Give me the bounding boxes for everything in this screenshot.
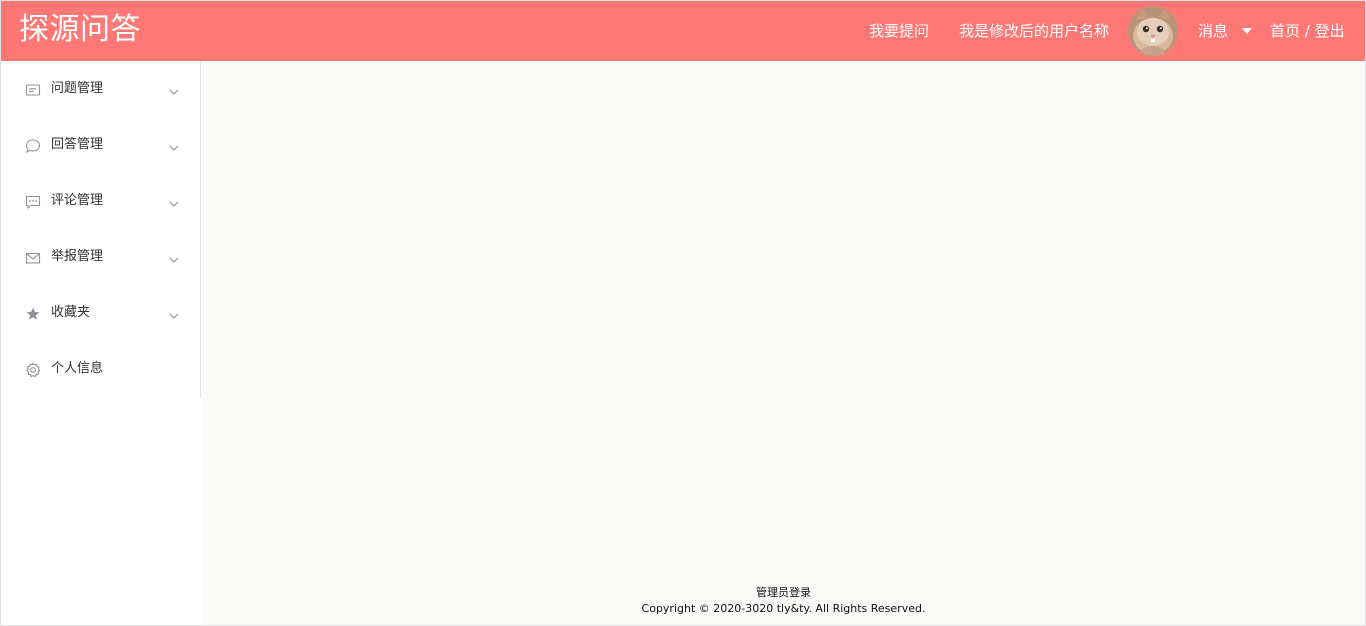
sidebar-empty-area xyxy=(1,398,201,625)
envelope-icon xyxy=(25,250,41,266)
sidebar-menu: 问题管理 回答管理 评论管理 举报管理 收藏夹 个人信息 xyxy=(1,61,201,398)
sidebar-item-label: 收藏夹 xyxy=(51,305,91,320)
top-header: 探源问答 我要提问 我是修改后的用户名称 消息 首页 / 登出 xyxy=(1,1,1365,61)
avatar[interactable] xyxy=(1128,6,1178,56)
sidebar-item-label: 问题管理 xyxy=(51,81,104,96)
main-content xyxy=(202,61,1365,625)
chat-bubble-icon xyxy=(25,138,41,154)
sidebar-item-label: 举报管理 xyxy=(51,249,104,264)
sidebar-item-report-management[interactable]: 举报管理 xyxy=(1,229,200,285)
chevron-down-icon xyxy=(168,83,180,95)
sidebar-item-answer-management[interactable]: 回答管理 xyxy=(1,117,200,173)
site-logo[interactable]: 探源问答 xyxy=(19,10,141,50)
home-logout-link[interactable]: 首页 / 登出 xyxy=(1270,21,1345,41)
document-icon xyxy=(25,82,41,98)
chevron-down-icon xyxy=(168,195,180,207)
sidebar-item-label: 评论管理 xyxy=(51,193,104,208)
sidebar-item-label: 回答管理 xyxy=(51,137,104,152)
sidebar-item-label: 个人信息 xyxy=(51,361,104,376)
chevron-down-icon xyxy=(168,139,180,151)
sidebar-item-favorites[interactable]: 收藏夹 xyxy=(1,285,200,341)
star-icon xyxy=(25,306,41,322)
sidebar-item-comment-management[interactable]: 评论管理 xyxy=(1,173,200,229)
app-frame: 探源问答 我要提问 我是修改后的用户名称 消息 首页 / 登出 问题管理 回答管… xyxy=(0,0,1366,626)
chevron-down-icon xyxy=(168,251,180,263)
chevron-down-icon xyxy=(168,307,180,319)
admin-login-link[interactable]: 管理员登录 xyxy=(202,585,1365,601)
sidebar-item-personal-info[interactable]: 个人信息 xyxy=(1,341,200,397)
comment-dots-icon xyxy=(25,194,41,210)
page-footer: 管理员登录 Copyright © 2020-3020 tly&ty. All … xyxy=(202,585,1365,617)
sidebar-item-question-management[interactable]: 问题管理 xyxy=(1,61,200,117)
messages-link[interactable]: 消息 xyxy=(1198,21,1228,41)
chevron-down-icon[interactable] xyxy=(1242,28,1252,34)
ask-question-link[interactable]: 我要提问 xyxy=(869,21,929,41)
cat-avatar-image xyxy=(1128,6,1178,56)
copyright-text: Copyright © 2020-3020 tly&ty. All Rights… xyxy=(641,602,926,615)
username-link[interactable]: 我是修改后的用户名称 xyxy=(959,21,1109,41)
gear-icon xyxy=(25,362,41,378)
